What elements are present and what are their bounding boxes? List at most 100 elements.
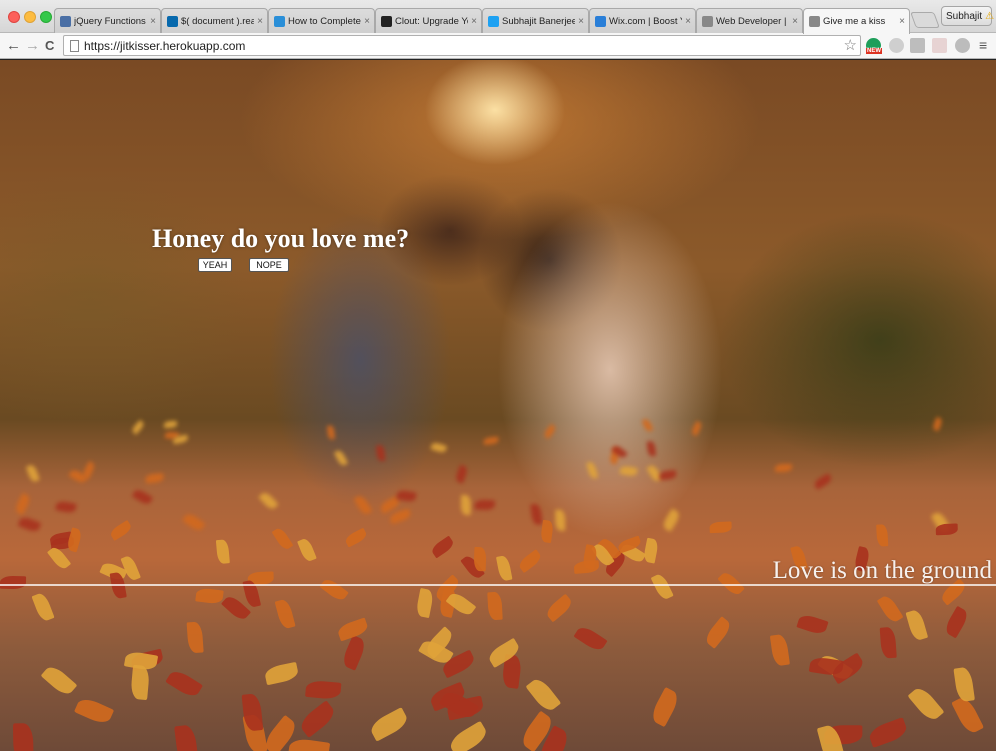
leaf-decoration [145,472,164,484]
leaf-decoration [474,499,496,511]
leaf-decoration [164,666,203,700]
leaf-decoration [774,463,792,473]
leaf-decoration [647,440,657,457]
tab-close-icon[interactable]: × [471,16,477,27]
leaf-decoration [796,612,830,636]
leaf-decoration [174,724,199,751]
tab-close-icon[interactable]: × [150,16,156,27]
no-button[interactable]: NOPE [249,258,289,272]
leaf-decoration [455,464,470,485]
extension-new-badge: NEW [866,48,882,54]
leaf-decoration [544,594,575,623]
blue-a-icon [274,15,285,27]
window-maximize-button[interactable] [40,11,52,23]
tab-close-icon[interactable]: × [792,16,798,27]
leaf-decoration [0,575,27,590]
extension-icon[interactable] [932,38,947,53]
leaf-decoration [648,687,682,728]
leaf-decoration [935,523,959,536]
tab-label: Web Developer | Lo [716,15,789,27]
browser-tab[interactable]: Web Developer | Lo× [696,8,803,33]
tab-label: Give me a kiss [823,16,886,27]
leaf-decoration [80,460,97,480]
leaf-decoration [540,519,555,543]
bookmark-star-icon[interactable]: ☆ [844,36,857,54]
leaf-decoration [907,684,945,724]
browser-tab[interactable]: $( document ).read × [161,8,268,33]
leaf-decoration [297,536,317,563]
yes-button[interactable]: YEAH [198,258,232,272]
browser-tab[interactable]: Give me a kiss × [803,8,910,34]
leaf-decoration [867,717,910,749]
leaf-decoration [516,548,544,574]
browser-toolbar: ← → C https://jitkisser.herokuapp.com ☆ … [0,33,996,59]
leaf-decoration [770,632,791,667]
reload-button[interactable]: C [45,37,54,55]
leaf-decoration [258,490,279,512]
address-bar[interactable]: https://jitkisser.herokuapp.com ☆ [63,35,861,56]
leaf-decoration [54,500,77,514]
back-button[interactable]: ← [6,37,21,55]
leaf-decoration [429,535,456,558]
leaf-decoration [879,626,898,659]
extension-icon[interactable] [889,38,904,53]
browser-titlebar: jQuery Functions a × $( document ).read × Ho… [0,0,996,34]
leaf-decoration [447,720,491,751]
leaf-decoration [181,512,205,534]
forward-button[interactable]: → [25,37,40,55]
profile-button[interactable]: Subhajit ⚠ [941,6,994,26]
browser-tab[interactable]: jQuery Functions a × [54,8,161,33]
leaf-decoration [368,707,410,742]
leaf-decoration [585,460,599,480]
menu-icon[interactable]: ≡ [979,38,987,52]
tab-close-icon[interactable]: × [685,16,691,27]
leaf-decoration [702,615,733,649]
tab-label: Wix.com | Boost Yo [609,15,682,27]
url-text[interactable]: https://jitkisser.herokuapp.com [84,39,245,53]
leaf-decoration [270,525,293,551]
leaf-decoration [13,723,34,751]
leaf-decoration [186,622,205,654]
leaf-decoration [415,588,435,618]
tab-close-icon[interactable]: × [257,16,263,27]
leaf-decoration [287,736,330,751]
browser-tab[interactable]: How to Complete F× [268,8,375,33]
leaf-decoration [305,679,342,701]
leaf-decoration [319,576,350,604]
tab-close-icon[interactable]: × [364,16,370,27]
leaf-decoration [619,465,638,477]
window-close-button[interactable] [8,11,20,23]
leaf-decoration [129,664,150,701]
leaf-decoration [215,539,230,565]
leaf-decoration [474,546,487,571]
leaf-decoration [388,507,412,525]
browser-tab[interactable]: Subhajit Banerjee (× [482,8,589,33]
tab-label: How to Complete F [288,15,361,27]
new-tab-button[interactable] [910,12,940,28]
tab-strip: jQuery Functions a × $( document ).read × Ho… [54,8,910,34]
leaf-decoration [297,700,339,739]
leaf-decoration [876,593,904,625]
browser-tab[interactable]: Clout: Upgrade Yo × [375,8,482,33]
github-icon [381,15,392,27]
leaf-decoration [486,592,503,621]
window-minimize-button[interactable] [24,11,36,23]
tab-close-icon[interactable]: × [899,16,905,27]
page-icon [70,40,79,52]
jquery-icon [167,15,178,27]
leaf-decoration [905,609,928,642]
leaf-decoration [46,544,71,572]
leaf-decoration [658,469,677,480]
extension-icon[interactable] [910,38,925,53]
leaf-decoration [14,492,32,515]
leaf-decoration [875,524,888,548]
leaf-decoration [353,494,373,517]
extension-icon[interactable] [955,38,970,53]
leaf-decoration [333,448,349,467]
leaf-decoration [460,495,471,516]
wix-icon [595,15,606,27]
browser-tab[interactable]: Wix.com | Boost Yo× [589,8,696,33]
tab-label: jQuery Functions a [74,15,148,27]
tab-close-icon[interactable]: × [578,16,584,27]
leaf-decoration [931,416,944,432]
